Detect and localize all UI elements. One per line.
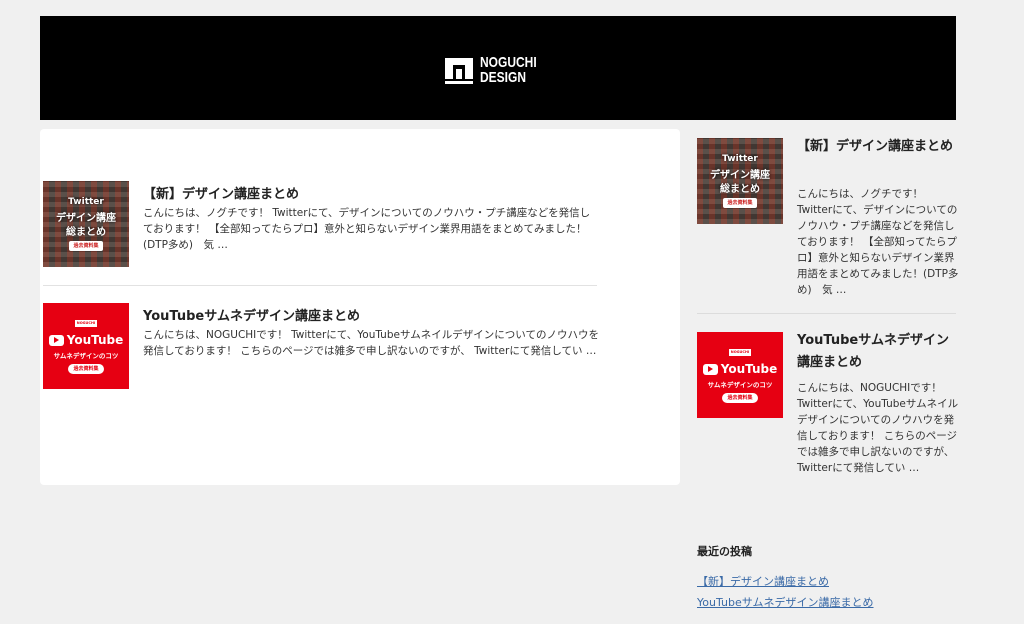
- sidebar-post-title[interactable]: YouTubeサムネデザイン講座まとめ: [797, 330, 957, 374]
- youtube-play-icon: [702, 363, 718, 375]
- post-excerpt: こんにちは、NOGUCHIです！ Twitterにて、YouTubeサムネイルデ…: [143, 329, 599, 357]
- sidebar-post-thumbnail[interactable]: Twitter デザイン講座 総まとめ 過去資料集: [697, 138, 783, 224]
- youtube-logo-text: YouTube: [720, 362, 778, 376]
- sidebar-post-item[interactable]: NOGUCHI DESIGN YouTube サムネデザインのコツ 過去資料集 …: [697, 330, 959, 492]
- sidebar-divider: [697, 313, 956, 314]
- youtube-logo-text: YouTube: [66, 333, 124, 347]
- post-thumbnail[interactable]: NOGUCHI DESIGN YouTube サムネデザインのコツ 過去資料集: [43, 303, 129, 389]
- sidebar-post-title[interactable]: 【新】デザイン講座まとめ: [797, 136, 957, 158]
- thumbnail-badge: 過去資料集: [68, 364, 104, 374]
- thumbnail-text: デザイン講座: [710, 170, 770, 181]
- post-thumbnail[interactable]: Twitter デザイン講座 総まとめ 過去資料集: [43, 181, 129, 267]
- recent-posts-heading: 最近の投稿: [697, 545, 752, 558]
- sidebar-post-excerpt: こんにちは、ノグチです！ Twitterにて、デザインについてのノウハウ・プチ講…: [797, 188, 959, 296]
- logo-mark-icon: [445, 58, 473, 84]
- post-excerpt: こんにちは、ノグチです！ Twitterにて、デザインについてのノウハウ・プチ講…: [143, 207, 591, 251]
- sidebar-post-item[interactable]: Twitter デザイン講座 総まとめ 過去資料集 【新】デザイン講座まとめ こ…: [697, 136, 959, 298]
- thumbnail-text: サムネデザインのコツ: [707, 381, 773, 389]
- youtube-logo: YouTube: [43, 333, 129, 347]
- thumbnail-badge: 過去資料集: [69, 241, 103, 251]
- sidebar-post-excerpt: こんにちは、NOGUCHIです！ Twitterにて、YouTubeサムネイルデ…: [797, 382, 959, 474]
- youtube-play-icon: [48, 334, 64, 346]
- youtube-logo: YouTube: [697, 362, 783, 376]
- thumbnail-text: Twitter: [722, 154, 758, 164]
- post-item[interactable]: Twitter デザイン講座 総まとめ 過去資料集 【新】デザイン講座まとめ こ…: [43, 181, 597, 267]
- recent-post-link[interactable]: 【新】デザイン講座まとめ: [697, 573, 829, 589]
- thumbnail-text: 総まとめ: [66, 227, 106, 238]
- thumbnail-text: サムネデザインのコツ: [53, 352, 119, 360]
- recent-post-link[interactable]: YouTubeサムネデザイン講座まとめ: [697, 594, 874, 610]
- post-title[interactable]: 【新】デザイン講座まとめ: [143, 183, 299, 202]
- thumbnail-brand: NOGUCHI DESIGN: [75, 320, 97, 332]
- thumbnail-text: Twitter: [68, 197, 104, 207]
- thumbnail-badge: 過去資料集: [722, 393, 758, 403]
- site-logo[interactable]: NOGUCHI DESIGN: [444, 53, 554, 87]
- thumbnail-brand: NOGUCHI DESIGN: [729, 349, 751, 361]
- logo-text: NOGUCHI DESIGN: [480, 55, 537, 85]
- logo-line1: NOGUCHI: [480, 54, 537, 71]
- thumbnail-text: 総まとめ: [720, 184, 760, 195]
- post-item[interactable]: NOGUCHI DESIGN YouTube サムネデザインのコツ 過去資料集 …: [43, 303, 599, 389]
- sidebar-post-thumbnail[interactable]: NOGUCHI DESIGN YouTube サムネデザインのコツ 過去資料集: [697, 332, 783, 418]
- post-title[interactable]: YouTubeサムネデザイン講座まとめ: [143, 305, 360, 324]
- thumbnail-badge: 過去資料集: [723, 198, 757, 208]
- post-divider: [43, 285, 597, 286]
- thumbnail-text: デザイン講座: [56, 213, 116, 224]
- logo-line2: DESIGN: [480, 69, 527, 86]
